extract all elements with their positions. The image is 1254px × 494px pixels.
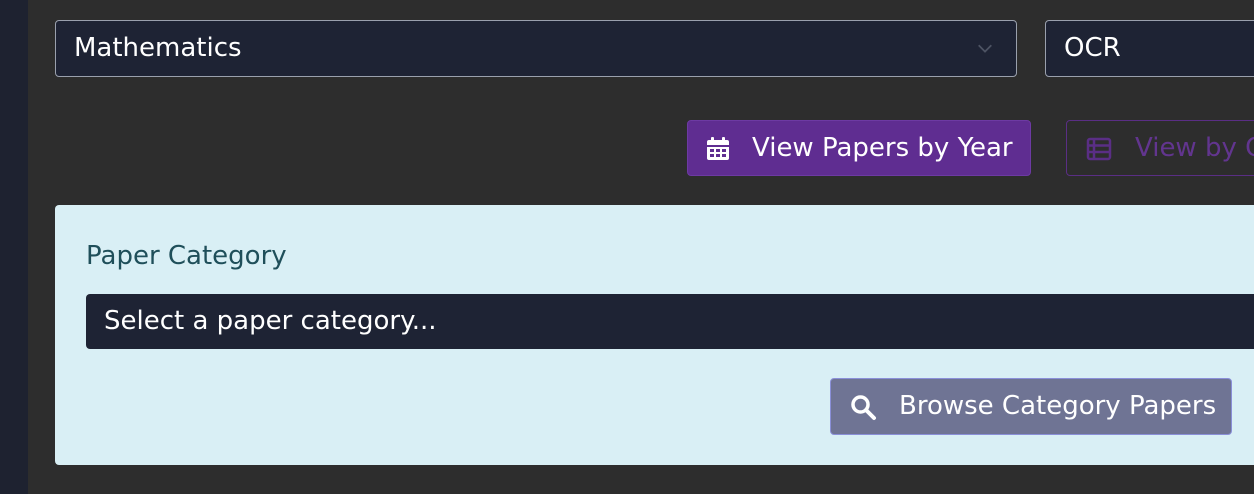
calendar-icon bbox=[707, 137, 729, 160]
view-papers-by-year-label: View Papers by Year bbox=[752, 133, 1013, 163]
paper-category-select[interactable]: Select a paper category... bbox=[86, 294, 1254, 349]
category-panel: Paper Category Select a paper category..… bbox=[55, 205, 1254, 465]
browse-category-papers-label: Browse Category Papers bbox=[899, 391, 1217, 421]
view-papers-by-year-button[interactable]: View Papers by Year bbox=[687, 120, 1031, 176]
left-rail bbox=[0, 0, 28, 494]
chevron-down-icon bbox=[978, 44, 992, 53]
board-select[interactable]: OCR bbox=[1045, 20, 1254, 77]
search-icon bbox=[851, 395, 876, 420]
view-by-other-label: View by C bbox=[1135, 133, 1254, 163]
subject-select[interactable]: Mathematics bbox=[55, 20, 1017, 77]
browse-category-papers-button[interactable]: Browse Category Papers bbox=[830, 378, 1232, 435]
view-by-other-button[interactable]: View by C bbox=[1066, 120, 1254, 176]
paper-category-label: Paper Category bbox=[86, 241, 287, 271]
list-icon bbox=[1086, 137, 1112, 161]
board-select-value: OCR bbox=[1064, 33, 1121, 63]
subject-select-value: Mathematics bbox=[74, 33, 242, 63]
paper-category-placeholder: Select a paper category... bbox=[104, 306, 437, 336]
paper-browser-page: Mathematics OCR View Papers by Year View… bbox=[0, 0, 1254, 494]
